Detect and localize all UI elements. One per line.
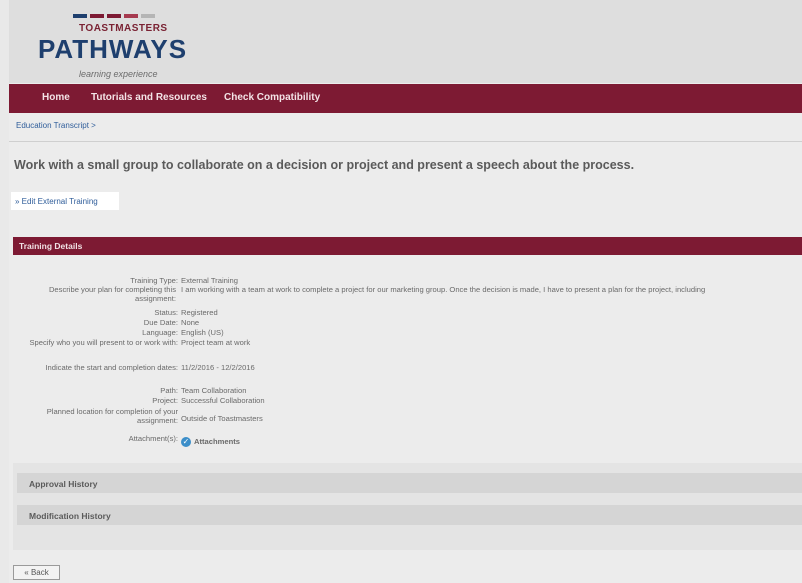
detail-value: Successful Collaboration <box>181 396 265 405</box>
detail-value: Team Collaboration <box>181 386 247 395</box>
nav-check-compatibility[interactable]: Check Compatibility <box>224 92 320 103</box>
logo-bar-5 <box>141 14 155 18</box>
logo-subtitle-text: learning experience <box>79 69 158 79</box>
check-circle-icon: ✓ <box>181 437 191 447</box>
detail-label: Attachment(s): <box>128 434 178 443</box>
attachments-label: Attachments <box>194 437 240 446</box>
back-button[interactable]: « Back <box>13 565 60 580</box>
detail-label: Language: <box>142 328 178 337</box>
detail-value: I am working with a team at work to comp… <box>181 285 706 294</box>
attachments-link[interactable]: ✓ Attachments <box>181 437 240 447</box>
training-details-header: Training Details <box>13 237 802 255</box>
detail-value: English (US) <box>181 328 224 337</box>
logo-bar-4 <box>124 14 138 18</box>
detail-label: Path: <box>160 386 178 395</box>
modification-history-panel[interactable]: Modification History <box>17 505 802 525</box>
detail-label: Project: <box>152 396 178 405</box>
nav-home[interactable]: Home <box>42 92 70 103</box>
detail-value: 11/2/2016 - 12/2/2016 <box>181 363 255 372</box>
logo-pathways-text: PATHWAYS <box>38 34 188 64</box>
logo-bars <box>73 14 155 18</box>
divider <box>9 141 802 142</box>
detail-label: Specify who you will present to or work … <box>29 338 178 347</box>
detail-value: Registered <box>181 308 218 317</box>
page-title: Work with a small group to collaborate o… <box>14 158 635 172</box>
logo-bar-3 <box>107 14 121 18</box>
detail-label: Indicate the start and completion dates: <box>45 363 178 372</box>
training-details: Training Type: External Training Describ… <box>13 260 802 463</box>
site-header: TOASTMASTERS PATHWAYS learning experienc… <box>9 0 802 83</box>
detail-label: Planned location for completion of your … <box>46 407 178 425</box>
pathways-logo[interactable]: TOASTMASTERS PATHWAYS learning experienc… <box>25 10 215 80</box>
detail-value: Outside of Toastmasters <box>181 414 263 423</box>
breadcrumb[interactable]: Education Transcript > <box>16 121 96 130</box>
detail-label: Describe your plan for completing this a… <box>48 285 176 303</box>
edit-external-training-link[interactable]: » Edit External Training <box>11 192 119 210</box>
logo-bar-2 <box>90 14 104 18</box>
detail-value: None <box>181 318 200 327</box>
nav-tutorials-resources[interactable]: Tutorials and Resources <box>91 92 207 103</box>
detail-label: Status: <box>154 308 178 317</box>
detail-label: Due Date: <box>143 318 178 327</box>
detail-value: Project team at work <box>181 338 251 347</box>
main-nav: Home Tutorials and Resources Check Compa… <box>9 84 802 113</box>
approval-history-panel[interactable]: Approval History <box>17 473 802 493</box>
logo-bar-1 <box>73 14 87 18</box>
logo-toastmasters-text: TOASTMASTERS <box>79 23 168 34</box>
